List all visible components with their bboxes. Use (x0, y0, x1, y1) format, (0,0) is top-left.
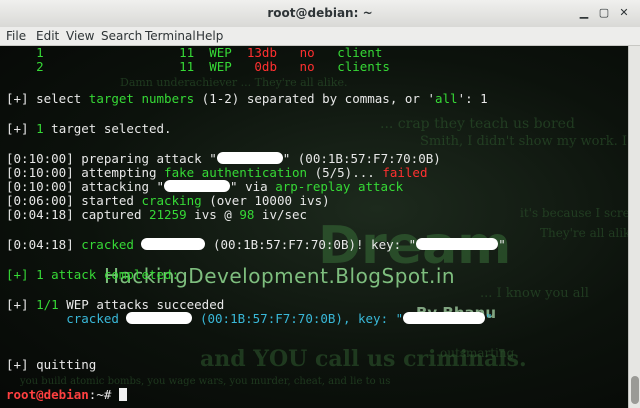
attack-completed-line: [+] 1 attack completed: (6, 267, 180, 282)
terminal-area[interactable]: Damn underachiever ... They're all alike… (0, 46, 628, 408)
cracked-line: [0:04:18] cracked (00:1B:57:F7:70:0B)! k… (6, 237, 506, 252)
scrollbar-thumb[interactable] (631, 376, 639, 404)
network-row: 1 11 WEP 13db no client (36, 46, 383, 60)
background-text: ... crap they teach us bored (380, 116, 575, 132)
menu-view[interactable]: View (66, 29, 94, 43)
network-row: 2 11 WEP 0db no clients (36, 59, 390, 74)
redacted-key (416, 238, 499, 250)
log-line: [0:04:18] captured 21259 ivs @ 98 iv/sec (6, 207, 308, 222)
log-line: [0:10:00] preparing attack " " (00:1B:57:… (6, 151, 441, 166)
redacted-ssid (164, 180, 231, 192)
background-text: Smith, I didn't show my work. I did it i… (420, 134, 628, 149)
vertical-scrollbar[interactable] (628, 46, 640, 408)
target-selected-line: [+] 1 target selected. (6, 121, 172, 136)
menu-bar: File Edit View Search Terminal Help (0, 27, 640, 46)
redacted-ssid (141, 238, 206, 250)
shell-prompt[interactable]: root@debian:~# (6, 388, 127, 402)
background-text: They're all alike. (540, 226, 628, 240)
background-text: and YOU call us criminals. (200, 346, 527, 372)
background-text: Damn underachiever ... They're all alike… (120, 76, 348, 89)
maximize-icon[interactable]: ▢ (596, 5, 612, 21)
menu-search[interactable]: Search (101, 29, 142, 43)
background-text: you build atomic bombs, you wage wars, y… (20, 376, 391, 387)
close-icon[interactable]: ✕ (616, 5, 632, 21)
quitting-line: [+] quitting (6, 357, 97, 372)
background-text: ... I know you all (480, 286, 589, 301)
menu-terminal[interactable]: Terminal (145, 29, 196, 43)
minimize-icon[interactable]: ▁ (576, 5, 592, 21)
text-cursor (118, 388, 127, 401)
succeeded-line: [+] 1/1 WEP attacks succeeded (6, 297, 225, 312)
redacted-ssid (126, 312, 193, 324)
redacted-key (403, 312, 486, 324)
log-line: [0:10:00] attempting fake authentication… (6, 165, 428, 180)
menu-edit[interactable]: Edit (36, 29, 59, 43)
menu-file[interactable]: File (6, 29, 26, 43)
window-title: root@debian: ~ (267, 6, 373, 20)
log-line: [0:10:00] attacking " " via arp-replay at… (6, 179, 404, 194)
redacted-ssid (216, 152, 283, 164)
terminal-window: root@debian: ~ ▁ ▢ ✕ File Edit View Sear… (0, 0, 640, 408)
title-bar[interactable]: root@debian: ~ ▁ ▢ ✕ (0, 0, 640, 28)
select-prompt-line: [+] select target numbers (1-2) separate… (6, 91, 488, 106)
menu-help[interactable]: Help (196, 29, 223, 43)
log-line: [0:06:00] started cracking (over 10000 i… (6, 193, 330, 208)
background-text: it's because I screwed (520, 206, 628, 220)
summary-line: cracked (00:1B:57:F7:70:0B), key: " " (66, 311, 493, 326)
